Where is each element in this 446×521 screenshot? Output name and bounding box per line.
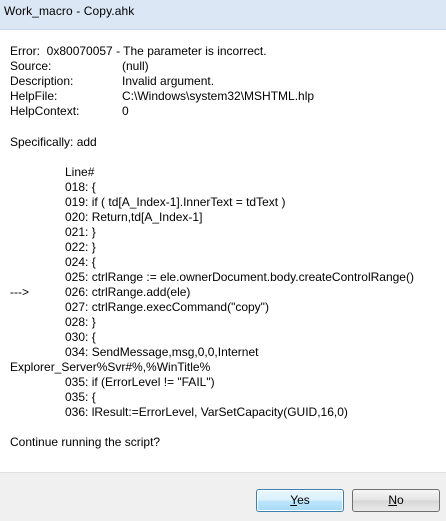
line-header: Line# xyxy=(65,165,95,179)
title-bar: Work_macro - Copy.ahk xyxy=(0,0,446,30)
no-mnemonic: N xyxy=(388,493,397,507)
code-line: 020: Return,td[A_Index-1] xyxy=(65,210,203,224)
description-value: Invalid argument. xyxy=(122,74,215,88)
code-line: 035: { xyxy=(65,390,96,404)
specifically-line: Specifically: add xyxy=(10,135,97,149)
code-line-wrapped: Explorer_Server%Svr#%,%WinTitle% xyxy=(10,360,211,374)
code-line: 021: } xyxy=(65,225,96,239)
helpfile-key: HelpFile: xyxy=(10,89,58,103)
code-line: 019: if ( td[A_Index-1].InnerText = tdTe… xyxy=(65,195,286,209)
current-line-arrow: ---> xyxy=(10,285,29,299)
code-line: 035: if (ErrorLevel != "FAIL") xyxy=(65,375,215,389)
code-line: 025: ctrlRange := ele.ownerDocument.body… xyxy=(65,270,414,284)
window-title: Work_macro - Copy.ahk xyxy=(4,4,135,18)
code-line: 027: ctrlRange.execCommand("copy") xyxy=(65,300,269,314)
helpcontext-value: 0 xyxy=(122,104,129,118)
message-body: Error: 0x80070057 - The parameter is inc… xyxy=(0,30,446,472)
error-line: Error: 0x80070057 - The parameter is inc… xyxy=(10,44,267,58)
code-line: 024: { xyxy=(65,255,96,269)
helpfile-value: C:\Windows\system32\MSHTML.hlp xyxy=(122,89,315,103)
no-label: o xyxy=(396,493,404,507)
yes-label: es xyxy=(297,493,310,507)
button-bar: Yes No xyxy=(0,472,446,521)
no-button[interactable]: No xyxy=(352,489,440,512)
code-line: 018: { xyxy=(65,180,96,194)
code-line: 028: } xyxy=(65,315,96,329)
source-key: Source: xyxy=(10,59,52,73)
description-key: Description: xyxy=(10,74,74,88)
code-line: 034: SendMessage,msg,0,0,Internet xyxy=(65,345,259,359)
code-line-current: 026: ctrlRange.add(ele) xyxy=(65,285,191,299)
code-line: 022: } xyxy=(65,240,96,254)
yes-button[interactable]: Yes xyxy=(256,489,344,512)
code-line: 036: lResult:=ErrorLevel, VarSetCapacity… xyxy=(65,405,348,419)
code-line: 030: { xyxy=(65,330,96,344)
helpcontext-key: HelpContext: xyxy=(10,104,80,118)
source-value: (null) xyxy=(122,59,149,73)
continue-prompt: Continue running the script? xyxy=(10,435,161,449)
